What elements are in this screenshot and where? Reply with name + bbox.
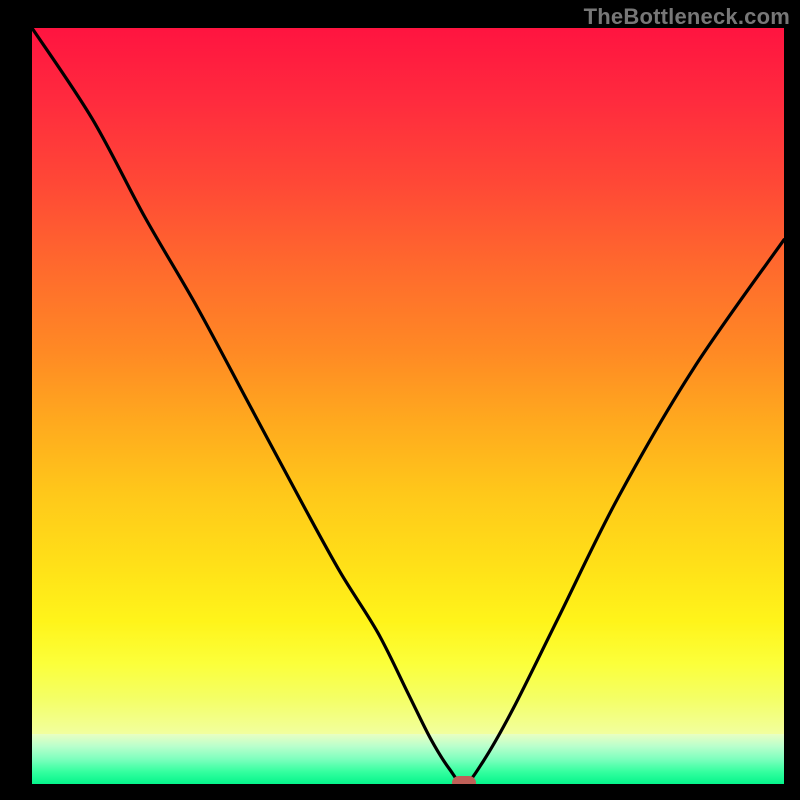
plot-area [32,28,784,784]
minimum-marker [452,776,476,784]
bottleneck-curve [32,28,784,784]
watermark-text: TheBottleneck.com [584,4,790,30]
chart-frame: TheBottleneck.com [0,0,800,800]
